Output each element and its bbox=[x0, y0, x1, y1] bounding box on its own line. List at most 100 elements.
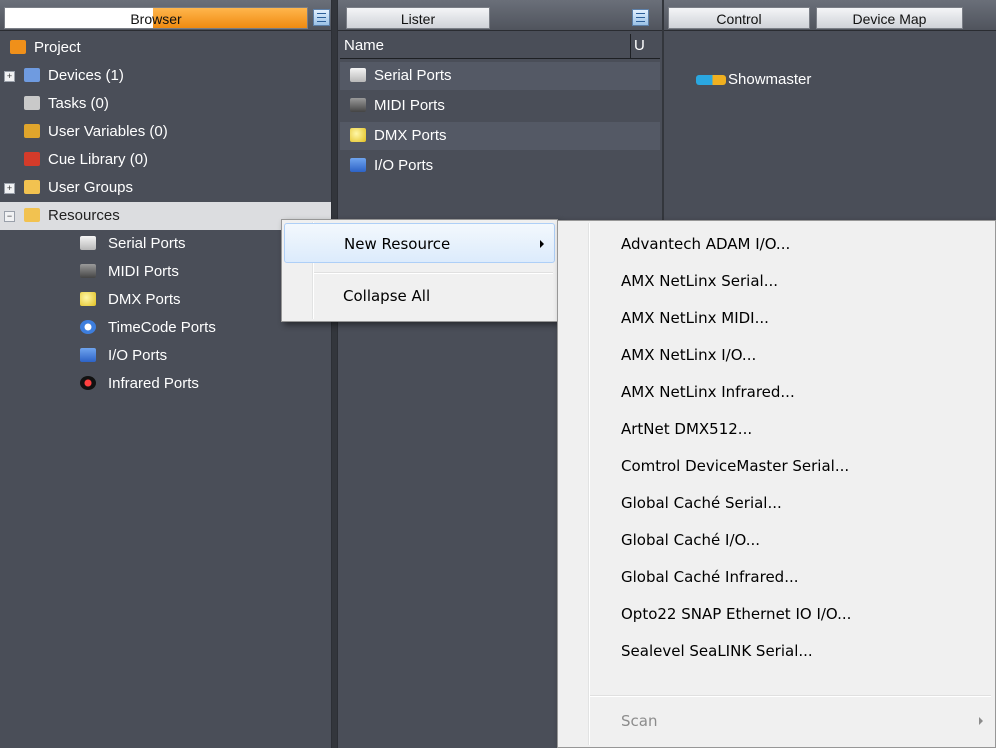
tab-browser-label: Browser bbox=[130, 11, 182, 27]
lister-row[interactable]: I/O Ports bbox=[340, 152, 660, 180]
tree-item[interactable]: User Variables (0) bbox=[0, 118, 331, 146]
submenu-item[interactable]: Global Caché Serial... bbox=[560, 487, 993, 519]
lister-row[interactable]: DMX Ports bbox=[340, 122, 660, 150]
context-menu: New Resource Collapse All bbox=[281, 219, 558, 322]
tree-item-label: I/O Ports bbox=[108, 347, 168, 364]
submenu-item[interactable]: AMX NetLinx I/O... bbox=[560, 339, 993, 371]
midi-port-icon bbox=[350, 98, 366, 112]
lister-tabbar: Lister bbox=[338, 0, 662, 31]
submenu-separator bbox=[590, 695, 991, 697]
lister-row-label: MIDI Ports bbox=[374, 97, 445, 114]
dmx-port-icon bbox=[350, 128, 366, 142]
submenu-item-label: Sealevel SeaLINK Serial... bbox=[621, 642, 813, 660]
submenu-item-label: AMX NetLinx Infrared... bbox=[621, 383, 795, 401]
submenu-item-label: AMX NetLinx I/O... bbox=[621, 346, 757, 364]
folder-icon bbox=[24, 208, 40, 222]
tree-item[interactable]: + Devices (1) bbox=[0, 62, 331, 90]
tree-item-label: Devices (1) bbox=[48, 67, 124, 84]
submenu-item-label: ArtNet DMX512... bbox=[621, 420, 753, 438]
tree-item[interactable]: Tasks (0) bbox=[0, 90, 331, 118]
tree-item[interactable]: Infrared Ports bbox=[0, 370, 331, 398]
expand-icon[interactable]: + bbox=[4, 183, 15, 194]
submenu-item[interactable]: Global Caché Infrared... bbox=[560, 561, 993, 593]
column-name-header[interactable]: Name bbox=[344, 34, 384, 58]
devices-icon bbox=[24, 68, 40, 82]
tree-item[interactable]: + User Groups bbox=[0, 174, 331, 202]
tab-browser[interactable]: Browser bbox=[4, 7, 308, 29]
midi-port-icon bbox=[80, 264, 96, 278]
submenu-arrow-icon bbox=[540, 240, 544, 248]
submenu-item-label: AMX NetLinx MIDI... bbox=[621, 309, 769, 327]
submenu-item[interactable]: Global Caché I/O... bbox=[560, 524, 993, 556]
tab-control[interactable]: Control bbox=[668, 7, 810, 29]
lister-row-label: I/O Ports bbox=[374, 157, 434, 174]
submenu-item[interactable]: Sealevel SeaLINK Serial... bbox=[560, 635, 993, 667]
tree-item-label: User Groups bbox=[48, 179, 134, 196]
new-resource-submenu: Advantech ADAM I/O... AMX NetLinx Serial.… bbox=[557, 220, 996, 748]
menu-item-collapse-all-label: Collapse All bbox=[343, 287, 431, 305]
submenu-item-label: Global Caché I/O... bbox=[621, 531, 761, 549]
submenu-item-label: Global Caché Serial... bbox=[621, 494, 782, 512]
lister-options-icon[interactable] bbox=[632, 9, 649, 26]
tree-item-label: Cue Library (0) bbox=[48, 151, 149, 168]
submenu-item[interactable]: Comtrol DeviceMaster Serial... bbox=[560, 450, 993, 482]
menu-item-new-resource-label: New Resource bbox=[344, 235, 451, 253]
serial-port-icon bbox=[80, 236, 96, 250]
column-u-header[interactable]: U bbox=[630, 34, 656, 58]
collapse-icon[interactable]: − bbox=[4, 211, 15, 222]
tree-item[interactable]: Project bbox=[0, 34, 331, 62]
browser-pane: Browser Project + Devices (1) Tasks (0) User… bbox=[0, 0, 332, 748]
io-port-icon bbox=[350, 158, 366, 172]
tree-item-label: Infrared Ports bbox=[108, 375, 199, 392]
lister-row-label: Serial Ports bbox=[374, 67, 452, 84]
dmx-port-icon bbox=[80, 292, 96, 306]
submenu-item[interactable]: Advantech ADAM I/O... bbox=[560, 228, 993, 260]
tasks-icon bbox=[24, 96, 40, 110]
tab-lister[interactable]: Lister bbox=[346, 7, 490, 29]
lister-row[interactable]: MIDI Ports bbox=[340, 92, 660, 120]
lister-column-header: Name U bbox=[340, 34, 660, 59]
submenu-item-label: Opto22 SNAP Ethernet IO I/O... bbox=[621, 605, 852, 623]
tree-item[interactable]: Cue Library (0) bbox=[0, 146, 331, 174]
variables-icon bbox=[24, 124, 40, 138]
project-icon bbox=[10, 40, 26, 54]
serial-port-icon bbox=[350, 68, 366, 82]
tree-item[interactable]: I/O Ports bbox=[0, 342, 331, 370]
control-tabbar: Control Device Map bbox=[664, 0, 996, 31]
infrared-icon bbox=[80, 376, 96, 390]
submenu-item-label: Comtrol DeviceMaster Serial... bbox=[621, 457, 850, 475]
menu-item-collapse-all[interactable]: Collapse All bbox=[284, 276, 555, 316]
tab-control-label: Control bbox=[716, 11, 762, 27]
io-port-icon bbox=[80, 348, 96, 362]
tab-lister-label: Lister bbox=[400, 11, 436, 27]
submenu-item-label: Advantech ADAM I/O... bbox=[621, 235, 791, 253]
tree-item-label: Project bbox=[34, 39, 81, 56]
tab-device-map-label: Device Map bbox=[852, 11, 927, 27]
submenu-item[interactable]: AMX NetLinx MIDI... bbox=[560, 302, 993, 334]
folder-icon bbox=[24, 180, 40, 194]
lister-row[interactable]: Serial Ports bbox=[340, 62, 660, 90]
expand-icon[interactable]: + bbox=[4, 71, 15, 82]
browser-tree: Project + Devices (1) Tasks (0) User Variabl… bbox=[0, 34, 331, 398]
submenu-item-label: Global Caché Infrared... bbox=[621, 568, 799, 586]
tree-item-label: User Variables (0) bbox=[48, 123, 168, 140]
submenu-item[interactable]: ArtNet DMX512... bbox=[560, 413, 993, 445]
submenu-item-label: AMX NetLinx Serial... bbox=[621, 272, 779, 290]
scan-submenu-arrow-icon bbox=[979, 717, 983, 725]
lister-row-label: DMX Ports bbox=[374, 127, 447, 144]
browser-options-icon[interactable] bbox=[313, 9, 330, 26]
cue-library-icon bbox=[24, 152, 40, 166]
menu-item-scan-label: Scan bbox=[621, 712, 658, 730]
browser-tabbar: Browser bbox=[0, 0, 331, 31]
tab-device-map[interactable]: Device Map bbox=[816, 7, 963, 29]
menu-item-new-resource[interactable]: New Resource bbox=[284, 223, 555, 263]
tree-item-label: Resources bbox=[48, 207, 120, 224]
tree-item-label: DMX Ports bbox=[108, 291, 181, 308]
tree-item-label: TimeCode Ports bbox=[108, 319, 216, 336]
submenu-item[interactable]: AMX NetLinx Serial... bbox=[560, 265, 993, 297]
tree-item-label: Tasks (0) bbox=[48, 95, 109, 112]
showmaster-icon bbox=[696, 75, 726, 85]
submenu-item[interactable]: Opto22 SNAP Ethernet IO I/O... bbox=[560, 598, 993, 630]
menu-item-scan[interactable]: Scan bbox=[560, 705, 993, 737]
submenu-item[interactable]: AMX NetLinx Infrared... bbox=[560, 376, 993, 408]
